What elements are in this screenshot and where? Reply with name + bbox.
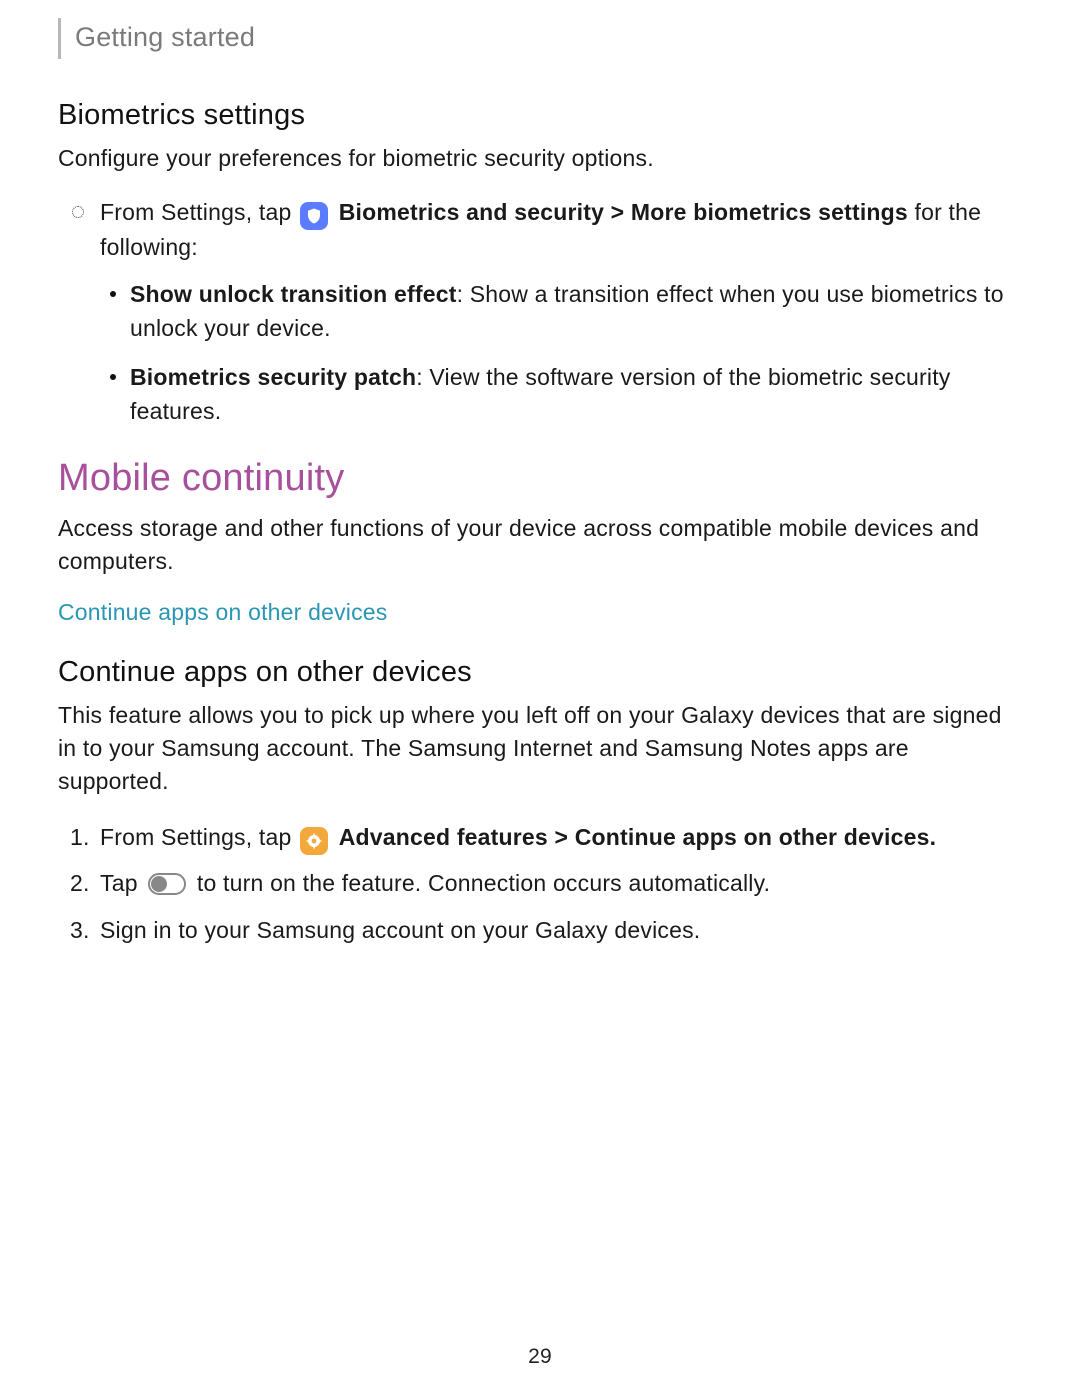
- biometrics-intro: Configure your preferences for biometric…: [58, 142, 1022, 175]
- continue-apps-intro: This feature allows you to pick up where…: [58, 699, 1022, 799]
- biometrics-outer-list: From Settings, tap Biometrics and securi…: [58, 195, 1022, 429]
- text-suffix: to turn on the feature. Connection occur…: [197, 870, 770, 896]
- continue-apps-steps: From Settings, tap Advanced features > C…: [58, 819, 1022, 949]
- toggle-icon: [148, 873, 186, 895]
- mobile-continuity-intro: Access storage and other functions of yo…: [58, 512, 1022, 579]
- nav-path: Biometrics and security > More biometric…: [339, 199, 908, 225]
- mobile-continuity-heading: Mobile continuity: [58, 457, 1022, 500]
- option-term: Biometrics security patch: [130, 364, 416, 390]
- biometrics-options-list: Show unlock transition effect: Show a tr…: [100, 277, 1022, 429]
- continue-apps-link[interactable]: Continue apps on other devices: [58, 599, 388, 626]
- text-prefix: Tap: [100, 870, 144, 896]
- breadcrumb: Getting started: [58, 18, 1022, 59]
- text-prefix: From Settings, tap: [100, 199, 298, 225]
- page-number: 29: [0, 1345, 1080, 1369]
- shield-icon: [300, 202, 328, 230]
- step-item: Sign in to your Samsung account on your …: [100, 912, 1022, 949]
- step-item: Tap to turn on the feature. Connection o…: [100, 865, 1022, 902]
- gear-plus-icon: [300, 827, 328, 855]
- list-item: Show unlock transition effect: Show a tr…: [130, 277, 1022, 346]
- list-item: Biometrics security patch: View the soft…: [130, 360, 1022, 429]
- nav-path: Advanced features > Continue apps on oth…: [339, 824, 937, 850]
- continue-apps-heading: Continue apps on other devices: [58, 656, 1022, 689]
- step-item: From Settings, tap Advanced features > C…: [100, 819, 1022, 856]
- text-prefix: From Settings, tap: [100, 824, 298, 850]
- option-term: Show unlock transition effect: [130, 281, 457, 307]
- breadcrumb-label: Getting started: [75, 18, 255, 59]
- breadcrumb-divider: [58, 18, 61, 59]
- biometrics-heading: Biometrics settings: [58, 99, 1022, 132]
- biometrics-nav-item: From Settings, tap Biometrics and securi…: [100, 195, 1022, 429]
- document-page: Getting started Biometrics settings Conf…: [0, 0, 1080, 949]
